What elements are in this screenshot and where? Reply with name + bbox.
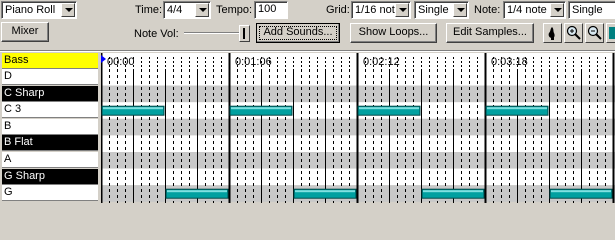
grid-label: Grid: <box>326 4 350 16</box>
piano-roll: Bass D C Sharp C 3BB Flat A G Sharp G 00:00 0:0… <box>0 53 615 203</box>
zoom-in-button[interactable] <box>564 23 583 43</box>
toolbar-separator <box>0 50 615 52</box>
note-highlight <box>231 107 291 110</box>
time-signature-select[interactable]: 4/4 <box>163 1 211 19</box>
tempo-input[interactable]: 100 <box>254 1 288 19</box>
slider-grip <box>243 28 245 39</box>
metronome-icon <box>548 27 555 40</box>
note-mode-value: Single <box>572 4 603 16</box>
grid-mode-select[interactable]: Single <box>414 1 469 19</box>
tool-swatch <box>609 27 615 39</box>
track-name-c-3[interactable]: C 3 <box>2 102 98 119</box>
zoom-out-icon <box>587 25 602 40</box>
note-highlight <box>423 190 483 193</box>
grid-mode-value: Single <box>418 4 449 16</box>
timeline-label: 00:00 <box>107 56 135 68</box>
mixer-button[interactable]: Mixer <box>1 22 49 42</box>
note-highlight <box>359 107 419 110</box>
track-name-a[interactable]: A <box>2 152 98 168</box>
track-name-bass[interactable]: Bass <box>2 53 98 69</box>
track-name-d[interactable]: D <box>2 69 98 85</box>
add-sounds-button[interactable]: Add Sounds... <box>256 23 340 43</box>
track-name-c-sharp[interactable]: C Sharp <box>2 85 98 102</box>
note-volume-label: Note Vol: <box>134 28 179 40</box>
track-name-b-flat[interactable]: B Flat <box>2 135 98 152</box>
track-name-g[interactable]: G <box>2 185 98 202</box>
time-label: Time: <box>135 4 163 16</box>
note-label: Note: <box>474 4 501 16</box>
note-length-value: 1/4 note <box>507 4 547 16</box>
zoom-out-button[interactable] <box>585 23 604 43</box>
track-name-column: Bass D C Sharp C 3BB Flat A G Sharp G <box>0 53 100 203</box>
metronome-button[interactable] <box>543 23 562 43</box>
edit-samples-button[interactable]: Edit Samples... <box>446 23 534 43</box>
track-name-g-sharp[interactable]: G Sharp <box>2 168 98 185</box>
timeline-label: 0:02:12 <box>363 56 400 68</box>
chevron-down-icon[interactable] <box>550 3 564 17</box>
timeline-label: 0:03:18 <box>491 56 528 68</box>
zoom-in-icon <box>566 25 581 40</box>
track-name-b[interactable]: B <box>2 118 98 135</box>
view-select[interactable]: Piano Roll <box>1 1 77 19</box>
note-length-select[interactable]: 1/4 note <box>503 1 566 19</box>
time-signature-value: 4/4 <box>167 4 183 16</box>
note-highlight <box>103 107 163 110</box>
chevron-down-icon[interactable] <box>453 3 467 17</box>
grid-select[interactable]: 1/16 note <box>351 1 411 19</box>
grid-select-value: 1/16 note <box>355 4 401 16</box>
note-highlight <box>167 190 227 193</box>
note-mode-select[interactable]: Single <box>568 1 615 19</box>
note-grid[interactable]: 00:00 0:01:06 0:02:12 0:03:18 <box>101 53 615 203</box>
note-volume-slider-thumb[interactable] <box>239 25 250 42</box>
extra-tool-button[interactable] <box>606 23 615 43</box>
note-highlight <box>295 190 355 193</box>
view-select-value: Piano Roll <box>5 4 56 16</box>
timeline-label: 0:01:06 <box>235 56 272 68</box>
chevron-down-icon[interactable] <box>395 3 409 17</box>
tempo-label: Tempo: <box>216 4 253 16</box>
chevron-down-icon[interactable] <box>61 3 75 17</box>
show-loops-button[interactable]: Show Loops... <box>350 23 437 43</box>
note-highlight <box>487 107 547 110</box>
chevron-down-icon[interactable] <box>195 3 209 17</box>
note-highlight <box>551 190 611 193</box>
